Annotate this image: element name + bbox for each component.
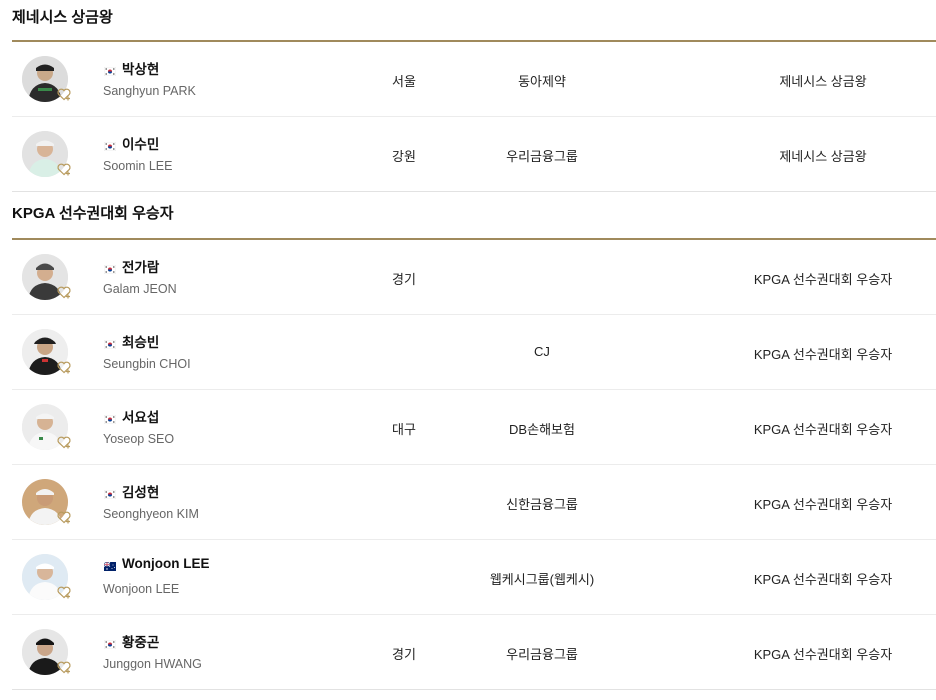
name-korean-text[interactable]: 서요섭 bbox=[122, 406, 159, 426]
player-list: 박상현 Sanghyun PARK 서울 동아제약 제네시스 상금왕 이수민 S… bbox=[12, 42, 936, 192]
player-region: 강원 bbox=[392, 149, 416, 164]
player-name-korean[interactable]: 최승빈 bbox=[103, 331, 159, 351]
player-name-korean[interactable]: 서요섭 bbox=[103, 406, 159, 426]
section-genesis: 제네시스 상금왕 박상현 Sanghyun PARK 서울 동아제약 제네시스 … bbox=[12, 0, 936, 192]
player-name-korean[interactable]: 이수민 bbox=[103, 133, 159, 153]
player-name-english: Seungbin CHOI bbox=[103, 357, 191, 371]
korea-flag-icon bbox=[103, 637, 117, 649]
player-sponsor: 동아제약 bbox=[518, 74, 566, 89]
player-name-english: Junggon HWANG bbox=[103, 657, 202, 671]
name-korean-text[interactable]: 황중곤 bbox=[122, 631, 159, 651]
heart-plus-icon[interactable] bbox=[56, 659, 72, 675]
player-row[interactable]: Wonjoon LEE Wonjoon LEE 웹케시그룹(웹케시) KPGA … bbox=[12, 540, 936, 615]
player-sponsor: DB손해보험 bbox=[509, 422, 575, 437]
player-award: KPGA 선수권대회 우승자 bbox=[753, 647, 893, 662]
player-name-english: Wonjoon LEE bbox=[103, 582, 180, 596]
player-name-korean[interactable]: 전가람 bbox=[103, 256, 159, 276]
australia-flag-icon bbox=[103, 559, 116, 571]
player-name-english: Seonghyeon KIM bbox=[103, 507, 199, 521]
korea-flag-icon bbox=[103, 64, 117, 76]
name-korean-text[interactable]: Wonjoon LEE bbox=[122, 556, 210, 571]
heart-plus-icon[interactable] bbox=[56, 434, 72, 450]
korea-flag-icon bbox=[103, 412, 117, 424]
player-name-korean[interactable]: 박상현 bbox=[103, 58, 159, 78]
player-sponsor: 웹케시그룹(웹케시) bbox=[489, 572, 595, 587]
player-award: KPGA 선수권대회 우승자 bbox=[753, 572, 893, 587]
player-sponsor: 신한금융그룹 bbox=[506, 497, 578, 512]
player-row[interactable]: 최승빈 Seungbin CHOI CJ KPGA 선수권대회 우승자 bbox=[12, 315, 936, 390]
heart-plus-icon[interactable] bbox=[56, 359, 72, 375]
player-name-english: Yoseop SEO bbox=[103, 432, 175, 446]
player-name-korean[interactable]: 김성현 bbox=[103, 481, 159, 501]
section-kpga-champion: KPGA 선수권대회 우승자 전가람 Galam JEON 경기 KPGA 선수… bbox=[12, 192, 936, 690]
player-region: 서울 bbox=[392, 74, 416, 89]
player-row[interactable]: 황중곤 Junggon HWANG 경기 우리금융그룹 KPGA 선수권대회 우… bbox=[12, 615, 936, 690]
player-row[interactable]: 이수민 Soomin LEE 강원 우리금융그룹 제네시스 상금왕 bbox=[12, 117, 936, 192]
heart-plus-icon[interactable] bbox=[56, 509, 72, 525]
player-award: 제네시스 상금왕 bbox=[779, 74, 867, 89]
player-name-english: Soomin LEE bbox=[103, 159, 173, 173]
name-korean-text[interactable]: 박상현 bbox=[122, 58, 159, 78]
player-sponsor: 우리금융그룹 bbox=[506, 149, 578, 164]
section-title: 제네시스 상금왕 bbox=[12, 9, 113, 26]
name-korean-text[interactable]: 이수민 bbox=[122, 133, 159, 153]
player-sponsor: 우리금융그룹 bbox=[506, 647, 578, 662]
player-name-english: Galam JEON bbox=[103, 282, 177, 296]
player-name-korean[interactable]: Wonjoon LEE bbox=[103, 556, 210, 571]
heart-plus-icon[interactable] bbox=[56, 86, 72, 102]
player-row[interactable]: 서요섭 Yoseop SEO 대구 DB손해보험 KPGA 선수권대회 우승자 bbox=[12, 390, 936, 465]
korea-flag-icon bbox=[103, 337, 117, 349]
name-korean-text[interactable]: 최승빈 bbox=[122, 331, 159, 351]
player-award: KPGA 선수권대회 우승자 bbox=[753, 497, 893, 512]
player-region: 대구 bbox=[392, 422, 416, 437]
player-list: 전가람 Galam JEON 경기 KPGA 선수권대회 우승자 최승빈 Seu… bbox=[12, 240, 936, 690]
player-sponsor: CJ bbox=[534, 344, 550, 359]
korea-flag-icon bbox=[103, 139, 117, 151]
player-row[interactable]: 박상현 Sanghyun PARK 서울 동아제약 제네시스 상금왕 bbox=[12, 42, 936, 117]
player-name-english: Sanghyun PARK bbox=[103, 84, 196, 98]
player-region: 경기 bbox=[392, 272, 416, 287]
heart-plus-icon[interactable] bbox=[56, 284, 72, 300]
heart-plus-icon[interactable] bbox=[56, 161, 72, 177]
player-region: 경기 bbox=[392, 647, 416, 662]
player-row[interactable]: 전가람 Galam JEON 경기 KPGA 선수권대회 우승자 bbox=[12, 240, 936, 315]
player-award: 제네시스 상금왕 bbox=[779, 149, 867, 164]
korea-flag-icon bbox=[103, 262, 117, 274]
section-title: KPGA 선수권대회 우승자 bbox=[12, 205, 174, 222]
player-award: KPGA 선수권대회 우승자 bbox=[753, 422, 893, 437]
player-award: KPGA 선수권대회 우승자 bbox=[753, 347, 893, 362]
player-award: KPGA 선수권대회 우승자 bbox=[753, 272, 893, 287]
korea-flag-icon bbox=[103, 487, 117, 499]
player-row[interactable]: 김성현 Seonghyeon KIM 신한금융그룹 KPGA 선수권대회 우승자 bbox=[12, 465, 936, 540]
name-korean-text[interactable]: 김성현 bbox=[122, 481, 159, 501]
heart-plus-icon[interactable] bbox=[56, 584, 72, 600]
player-name-korean[interactable]: 황중곤 bbox=[103, 631, 159, 651]
name-korean-text[interactable]: 전가람 bbox=[122, 256, 159, 276]
